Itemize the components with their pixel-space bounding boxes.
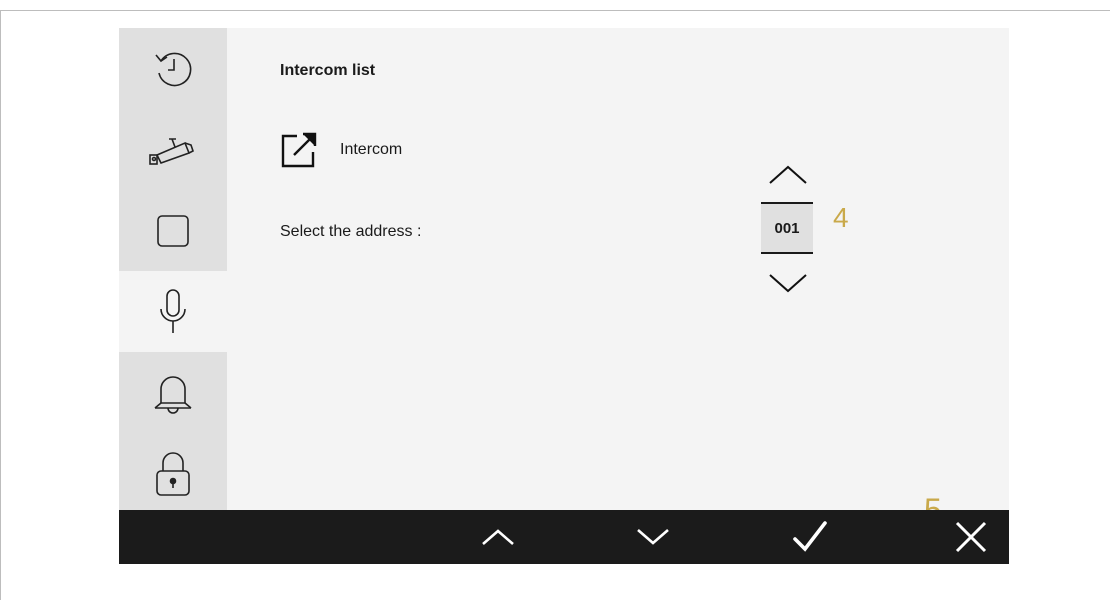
- lock-icon: [156, 451, 190, 496]
- confirm-button[interactable]: [780, 510, 840, 564]
- main-content: Intercom list Intercom Select the addres…: [227, 28, 1009, 510]
- close-button[interactable]: [941, 510, 1001, 564]
- sidebar-item-square[interactable]: [119, 190, 227, 271]
- chevron-down-icon: [769, 274, 807, 293]
- scroll-up-button[interactable]: [468, 510, 528, 564]
- history-icon: [155, 52, 192, 86]
- up-arrow-icon: [482, 529, 514, 545]
- sidebar-item-history[interactable]: [119, 28, 227, 109]
- external-link-icon: [281, 132, 317, 168]
- down-arrow-icon: [637, 529, 669, 545]
- sidebar-item-microphone[interactable]: [119, 271, 227, 352]
- address-increment-button[interactable]: [766, 162, 810, 188]
- address-value[interactable]: 001: [761, 202, 813, 254]
- sidebar: [119, 28, 227, 510]
- bell-icon: [154, 375, 192, 414]
- intercom-link[interactable]: Intercom: [280, 130, 402, 170]
- intercom-label: Intercom: [340, 141, 403, 158]
- camera-icon: [149, 137, 194, 165]
- sidebar-item-lock[interactable]: [119, 433, 227, 514]
- address-label: Select the address :: [280, 223, 422, 240]
- step-annotation-4: 4: [833, 202, 849, 233]
- page-title: Intercom list: [280, 62, 376, 79]
- device-screen: Intercom list Intercom Select the addres…: [119, 28, 1009, 564]
- scroll-down-button[interactable]: [623, 510, 683, 564]
- address-decrement-button[interactable]: [766, 270, 810, 296]
- confirm-check-icon: [793, 521, 827, 552]
- close-icon: [955, 521, 987, 553]
- sidebar-item-camera[interactable]: [119, 109, 227, 190]
- chevron-up-icon: [769, 165, 807, 184]
- sidebar-item-bell[interactable]: [119, 352, 227, 433]
- square-icon: [157, 214, 189, 247]
- microphone-icon: [160, 288, 186, 333]
- bottom-action-bar: [119, 510, 1009, 564]
